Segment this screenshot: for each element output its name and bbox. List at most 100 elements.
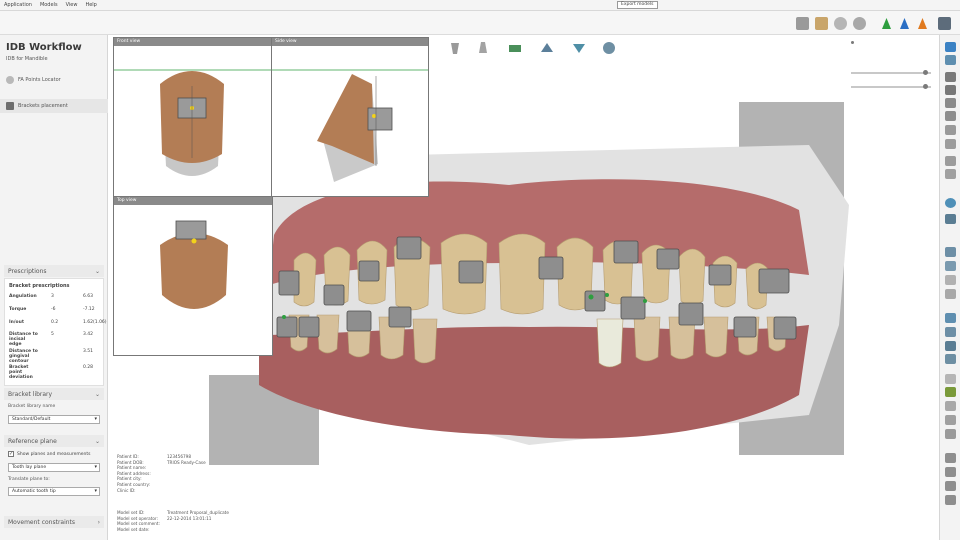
- layout-toggle-icon[interactable]: [938, 17, 951, 30]
- chevron-down-icon: ▾: [94, 488, 97, 494]
- app-window: Application Models View Help Export mode…: [0, 0, 960, 540]
- section-icon[interactable]: [945, 111, 956, 121]
- step-fa-points-locator[interactable]: FA Points Locator: [6, 73, 61, 87]
- side-view-inset[interactable]: Side view: [271, 37, 429, 197]
- link-icon[interactable]: [945, 341, 956, 351]
- movement-constraints-header[interactable]: Movement constraints ›: [4, 516, 104, 528]
- prescriptions-header[interactable]: Prescriptions ⌄: [4, 265, 104, 277]
- shield-icon[interactable]: [945, 327, 956, 337]
- menu-bar: Application Models View Help: [0, 0, 960, 11]
- copy-icon[interactable]: [945, 169, 956, 179]
- cube-icon[interactable]: [945, 289, 956, 299]
- bracket-library-header[interactable]: Bracket library ⌄: [4, 388, 104, 400]
- slider-knob[interactable]: [923, 70, 928, 75]
- prescriptions-title: Prescriptions: [8, 267, 47, 275]
- plane-value: Tooth lay plane: [12, 465, 47, 470]
- 3d-viewport[interactable]: Front view Side view Top view Patient ID…: [109, 35, 939, 540]
- step-label: FA Points Locator: [18, 77, 61, 83]
- reset-view-icon[interactable]: [853, 17, 866, 30]
- top-view-model: [160, 220, 228, 309]
- bracket-prescriptions-title: Bracket prescriptions: [9, 283, 70, 289]
- show-planes-label: Show planes and measurements: [17, 451, 91, 457]
- translate-plane-select[interactable]: Automatic tooth tip ▾: [8, 487, 100, 496]
- chevron-down-icon: ▾: [94, 464, 97, 470]
- bracket-icon[interactable]: [945, 98, 956, 108]
- bracket-library-title: Bracket library: [8, 390, 53, 398]
- rotate-icon[interactable]: [834, 17, 847, 30]
- main-toolbar: [0, 11, 960, 35]
- menu-application[interactable]: Application: [4, 2, 32, 8]
- model-info-values: Treatment Proposal_duplicate 22-12-2014 …: [167, 510, 287, 521]
- front-view-model: [114, 69, 272, 176]
- top-view-inset[interactable]: Top view: [113, 196, 273, 356]
- reference-plane-title: Reference plane: [8, 437, 57, 445]
- bracket-library-value: Standard/Default: [12, 417, 51, 422]
- menu-models[interactable]: Models: [40, 2, 58, 8]
- right-toolbar: [939, 35, 960, 540]
- ruler-icon[interactable]: [945, 72, 956, 82]
- workflow-subtitle: IDB for Mandible: [6, 56, 48, 62]
- info-row: Clinic ID:: [117, 487, 136, 493]
- workflow-panel: IDB Workflow IDB for Mandible FA Points …: [0, 35, 108, 540]
- bracket-library-label: Bracket library name: [8, 404, 56, 409]
- chevron-down-icon: ⌄: [94, 437, 100, 445]
- bracket-library-select[interactable]: Standard/Default ▾: [8, 415, 100, 424]
- panel-icon[interactable]: [945, 247, 956, 257]
- green-measure-icon[interactable]: [880, 17, 893, 30]
- export-icon[interactable]: [945, 214, 956, 224]
- step-label: Brackets placement: [18, 103, 68, 109]
- chevron-down-icon: ▾: [94, 416, 97, 422]
- notes-icon[interactable]: [945, 401, 956, 411]
- opacity-slider-3[interactable]: [851, 41, 931, 45]
- heart-icon[interactable]: [945, 313, 956, 323]
- chevron-down-icon: ⌄: [94, 267, 100, 275]
- expand-icon[interactable]: [945, 453, 956, 463]
- blue-measure-icon[interactable]: [898, 17, 911, 30]
- texture-model-icon[interactable]: [815, 17, 828, 30]
- prescriptions-panel: Bracket prescriptions Angulation 3 6.63 To…: [4, 278, 107, 386]
- slider-knob[interactable]: [923, 84, 928, 89]
- document-icon[interactable]: [945, 275, 956, 285]
- chevron-down-icon: ⌄: [94, 390, 100, 398]
- edit-icon[interactable]: [945, 156, 956, 166]
- slider-knob[interactable]: [851, 41, 854, 44]
- show-planes-checkbox[interactable]: ✓ Show planes and measurements: [8, 451, 90, 457]
- list-icon[interactable]: [945, 374, 956, 384]
- menu-help[interactable]: Help: [85, 2, 96, 8]
- front-view-inset[interactable]: Front view: [113, 37, 273, 197]
- info-row: Model set date:: [117, 526, 150, 532]
- checkbox-box[interactable]: ✓: [8, 451, 14, 457]
- image-icon[interactable]: [945, 261, 956, 271]
- layers-icon[interactable]: [945, 354, 956, 364]
- bracket-placement-icon: [6, 102, 14, 110]
- filter-icon[interactable]: [945, 429, 956, 439]
- reference-plane-header[interactable]: Reference plane ⌄: [4, 435, 104, 447]
- check-icon[interactable]: [945, 387, 956, 397]
- front-view-title: Front view: [114, 38, 272, 46]
- tooth-points-icon: [6, 76, 14, 84]
- grid-icon[interactable]: [945, 85, 956, 95]
- top-view-title: Top view: [114, 197, 272, 205]
- orange-measure-icon[interactable]: [916, 17, 929, 30]
- translate-plane-label: Translate plane to:: [8, 477, 50, 482]
- plane-select[interactable]: Tooth lay plane ▾: [8, 463, 100, 472]
- solid-model-icon[interactable]: [796, 17, 809, 30]
- opacity-slider-1[interactable]: [851, 70, 931, 75]
- step-brackets-placement[interactable]: Brackets placement: [0, 99, 108, 113]
- teeth-icon[interactable]: [945, 42, 956, 52]
- menu-view[interactable]: View: [66, 2, 78, 8]
- zoom-icon[interactable]: [945, 495, 956, 505]
- side-view-model: [272, 69, 428, 182]
- info-value: 22-12-2014 13:01:11: [167, 515, 212, 521]
- opacity-slider-2[interactable]: [851, 84, 931, 89]
- refresh-icon[interactable]: [945, 415, 956, 425]
- gum-icon[interactable]: [945, 55, 956, 65]
- globe-icon[interactable]: [945, 198, 956, 208]
- fit-icon[interactable]: [945, 481, 956, 491]
- side-view-title: Side view: [272, 38, 428, 46]
- workflow-title: IDB Workflow: [6, 42, 82, 53]
- move-icon[interactable]: [945, 467, 956, 477]
- move-up-icon[interactable]: [945, 139, 956, 149]
- movement-constraints-title: Movement constraints: [8, 518, 76, 526]
- arch-icon[interactable]: [945, 125, 956, 135]
